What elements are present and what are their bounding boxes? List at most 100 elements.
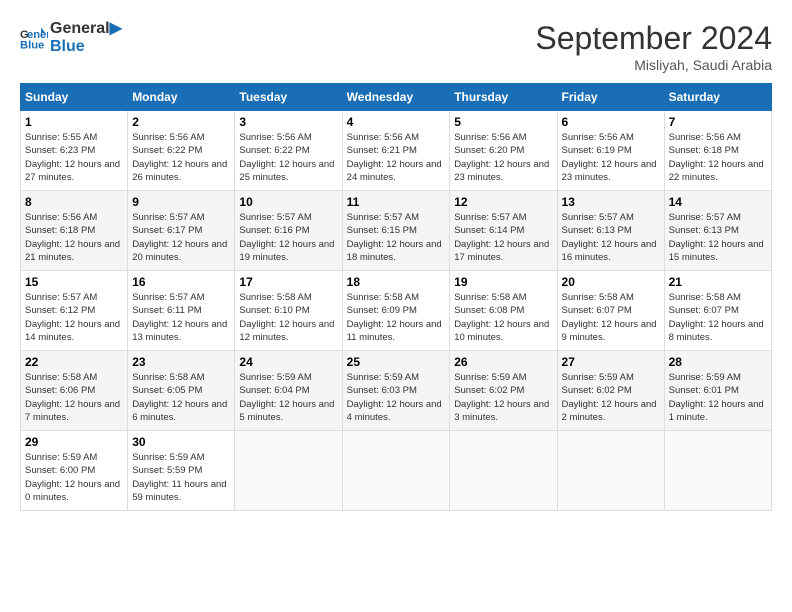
day-number: 13 [562,195,660,209]
calendar-cell: 12 Sunrise: 5:57 AMSunset: 6:14 PMDaylig… [450,191,557,271]
day-info: Sunrise: 5:56 AMSunset: 6:21 PMDaylight:… [347,131,446,184]
svg-text:Blue: Blue [20,39,44,51]
calendar-cell [664,431,771,511]
day-info: Sunrise: 5:56 AMSunset: 6:22 PMDaylight:… [132,131,230,184]
day-number: 22 [25,355,123,369]
day-info: Sunrise: 5:56 AMSunset: 6:20 PMDaylight:… [454,131,552,184]
calendar-week-3: 15 Sunrise: 5:57 AMSunset: 6:12 PMDaylig… [21,271,772,351]
day-number: 23 [132,355,230,369]
calendar-cell: 13 Sunrise: 5:57 AMSunset: 6:13 PMDaylig… [557,191,664,271]
calendar-cell: 4 Sunrise: 5:56 AMSunset: 6:21 PMDayligh… [342,111,450,191]
col-thursday: Thursday [450,84,557,111]
day-number: 17 [239,275,337,289]
day-info: Sunrise: 5:57 AMSunset: 6:11 PMDaylight:… [132,291,230,344]
calendar-cell: 11 Sunrise: 5:57 AMSunset: 6:15 PMDaylig… [342,191,450,271]
day-number: 28 [669,355,767,369]
location: Misliyah, Saudi Arabia [535,57,772,73]
calendar-cell [342,431,450,511]
calendar-cell [557,431,664,511]
calendar-cell: 14 Sunrise: 5:57 AMSunset: 6:13 PMDaylig… [664,191,771,271]
calendar-cell: 7 Sunrise: 5:56 AMSunset: 6:18 PMDayligh… [664,111,771,191]
day-info: Sunrise: 5:59 AMSunset: 6:02 PMDaylight:… [454,371,552,424]
calendar-cell: 10 Sunrise: 5:57 AMSunset: 6:16 PMDaylig… [235,191,342,271]
calendar-cell: 26 Sunrise: 5:59 AMSunset: 6:02 PMDaylig… [450,351,557,431]
col-tuesday: Tuesday [235,84,342,111]
day-number: 20 [562,275,660,289]
day-number: 21 [669,275,767,289]
calendar-cell: 5 Sunrise: 5:56 AMSunset: 6:20 PMDayligh… [450,111,557,191]
day-info: Sunrise: 5:58 AMSunset: 6:08 PMDaylight:… [454,291,552,344]
day-number: 8 [25,195,123,209]
day-info: Sunrise: 5:57 AMSunset: 6:14 PMDaylight:… [454,211,552,264]
logo-icon: G eneral Blue [20,24,48,52]
calendar-cell [235,431,342,511]
day-number: 1 [25,115,123,129]
day-number: 27 [562,355,660,369]
day-number: 3 [239,115,337,129]
calendar-cell: 8 Sunrise: 5:56 AMSunset: 6:18 PMDayligh… [21,191,128,271]
header-row: Sunday Monday Tuesday Wednesday Thursday… [21,84,772,111]
calendar-cell: 17 Sunrise: 5:58 AMSunset: 6:10 PMDaylig… [235,271,342,351]
day-info: Sunrise: 5:56 AMSunset: 6:18 PMDaylight:… [25,211,123,264]
day-info: Sunrise: 5:56 AMSunset: 6:18 PMDaylight:… [669,131,767,184]
day-info: Sunrise: 5:58 AMSunset: 6:05 PMDaylight:… [132,371,230,424]
calendar-cell: 30 Sunrise: 5:59 AMSunset: 5:59 PMDaylig… [128,431,235,511]
day-info: Sunrise: 5:58 AMSunset: 6:07 PMDaylight:… [669,291,767,344]
calendar-cell: 19 Sunrise: 5:58 AMSunset: 6:08 PMDaylig… [450,271,557,351]
calendar-cell: 23 Sunrise: 5:58 AMSunset: 6:05 PMDaylig… [128,351,235,431]
month-year: September 2024 [535,20,772,57]
day-number: 26 [454,355,552,369]
col-sunday: Sunday [21,84,128,111]
calendar-cell [450,431,557,511]
calendar-cell: 3 Sunrise: 5:56 AMSunset: 6:22 PMDayligh… [235,111,342,191]
day-info: Sunrise: 5:56 AMSunset: 6:19 PMDaylight:… [562,131,660,184]
calendar-table: Sunday Monday Tuesday Wednesday Thursday… [20,83,772,511]
calendar-cell: 16 Sunrise: 5:57 AMSunset: 6:11 PMDaylig… [128,271,235,351]
day-info: Sunrise: 5:57 AMSunset: 6:17 PMDaylight:… [132,211,230,264]
calendar-cell: 25 Sunrise: 5:59 AMSunset: 6:03 PMDaylig… [342,351,450,431]
day-info: Sunrise: 5:59 AMSunset: 6:04 PMDaylight:… [239,371,337,424]
day-info: Sunrise: 5:57 AMSunset: 6:12 PMDaylight:… [25,291,123,344]
day-number: 18 [347,275,446,289]
calendar-week-5: 29 Sunrise: 5:59 AMSunset: 6:00 PMDaylig… [21,431,772,511]
col-saturday: Saturday [664,84,771,111]
day-number: 30 [132,435,230,449]
day-number: 4 [347,115,446,129]
day-info: Sunrise: 5:57 AMSunset: 6:13 PMDaylight:… [562,211,660,264]
day-info: Sunrise: 5:58 AMSunset: 6:09 PMDaylight:… [347,291,446,344]
day-info: Sunrise: 5:58 AMSunset: 6:06 PMDaylight:… [25,371,123,424]
calendar-cell: 21 Sunrise: 5:58 AMSunset: 6:07 PMDaylig… [664,271,771,351]
calendar-cell: 15 Sunrise: 5:57 AMSunset: 6:12 PMDaylig… [21,271,128,351]
day-number: 14 [669,195,767,209]
day-number: 7 [669,115,767,129]
col-monday: Monday [128,84,235,111]
day-info: Sunrise: 5:58 AMSunset: 6:10 PMDaylight:… [239,291,337,344]
day-info: Sunrise: 5:57 AMSunset: 6:16 PMDaylight:… [239,211,337,264]
calendar-cell: 1 Sunrise: 5:55 AMSunset: 6:23 PMDayligh… [21,111,128,191]
calendar-cell: 28 Sunrise: 5:59 AMSunset: 6:01 PMDaylig… [664,351,771,431]
col-friday: Friday [557,84,664,111]
day-number: 19 [454,275,552,289]
day-number: 6 [562,115,660,129]
day-info: Sunrise: 5:59 AMSunset: 6:01 PMDaylight:… [669,371,767,424]
calendar-cell: 22 Sunrise: 5:58 AMSunset: 6:06 PMDaylig… [21,351,128,431]
day-number: 10 [239,195,337,209]
day-number: 12 [454,195,552,209]
calendar-cell: 24 Sunrise: 5:59 AMSunset: 6:04 PMDaylig… [235,351,342,431]
day-number: 16 [132,275,230,289]
logo: G eneral Blue General▶ Blue [20,20,122,55]
day-number: 11 [347,195,446,209]
day-number: 9 [132,195,230,209]
day-number: 5 [454,115,552,129]
calendar-cell: 18 Sunrise: 5:58 AMSunset: 6:09 PMDaylig… [342,271,450,351]
calendar-week-2: 8 Sunrise: 5:56 AMSunset: 6:18 PMDayligh… [21,191,772,271]
calendar-cell: 6 Sunrise: 5:56 AMSunset: 6:19 PMDayligh… [557,111,664,191]
page-header: G eneral Blue General▶ Blue September 20… [20,20,772,73]
day-number: 2 [132,115,230,129]
calendar-cell: 2 Sunrise: 5:56 AMSunset: 6:22 PMDayligh… [128,111,235,191]
day-info: Sunrise: 5:58 AMSunset: 6:07 PMDaylight:… [562,291,660,344]
day-info: Sunrise: 5:55 AMSunset: 6:23 PMDaylight:… [25,131,123,184]
day-number: 15 [25,275,123,289]
title-block: September 2024 Misliyah, Saudi Arabia [535,20,772,73]
calendar-cell: 27 Sunrise: 5:59 AMSunset: 6:02 PMDaylig… [557,351,664,431]
